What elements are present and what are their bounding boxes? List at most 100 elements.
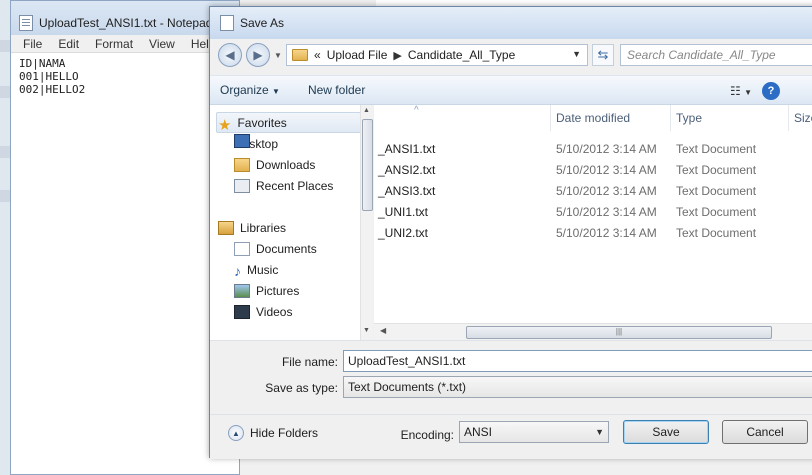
chevron-down-icon: ▼ xyxy=(595,427,604,437)
pictures-icon xyxy=(234,284,250,298)
desktop-icon[interactable] xyxy=(0,190,10,202)
file-date: 5/10/2012 3:14 AM xyxy=(556,184,657,198)
breadcrumb-upload-file[interactable]: Upload File xyxy=(327,48,388,62)
nav-scroll-thumb[interactable] xyxy=(362,119,373,211)
documents-icon xyxy=(234,242,250,256)
star-icon: ★ xyxy=(218,117,232,134)
hide-folders-button[interactable]: ▲ Hide Folders xyxy=(228,425,318,441)
file-date: 5/10/2012 3:14 AM xyxy=(556,205,657,219)
column-separator[interactable] xyxy=(670,105,671,131)
desktop-icon[interactable] xyxy=(0,40,10,52)
column-type[interactable]: Type xyxy=(676,105,702,131)
new-folder-button[interactable]: New folder xyxy=(298,83,375,97)
breadcrumb-candidate-all-type[interactable]: Candidate_All_Type xyxy=(408,48,515,62)
command-toolbar: Organize ▼ New folder ☷ ▼ ? xyxy=(210,75,812,105)
scroll-down-icon[interactable]: ▼ xyxy=(363,327,370,334)
nav-favorites-label: Favorites xyxy=(237,116,287,130)
file-name: _ANSI3.txt xyxy=(378,184,436,198)
refresh-icon: ⇆ xyxy=(597,47,609,62)
address-overflow-chevron[interactable]: « xyxy=(314,48,321,62)
file-name-input[interactable]: UploadTest_ANSI1.txt xyxy=(343,350,812,372)
save-as-type-select[interactable]: Text Documents (*.txt) xyxy=(343,376,812,398)
chevron-down-icon: ▼ xyxy=(272,87,280,96)
column-separator[interactable] xyxy=(550,105,551,131)
scroll-up-icon[interactable]: ▲ xyxy=(363,107,370,114)
menu-file[interactable]: File xyxy=(15,37,50,51)
desktop-background xyxy=(0,0,10,475)
notepad-window: UploadTest_ANSI1.txt - Notepad File Edit… xyxy=(10,0,240,475)
file-row[interactable]: _UNI1.txt 5/10/2012 3:14 AM Text Documen… xyxy=(374,202,812,222)
file-row[interactable]: _ANSI2.txt 5/10/2012 3:14 AM Text Docume… xyxy=(374,160,812,180)
address-bar[interactable]: « Upload File ▶ Candidate_All_Type ▼ xyxy=(286,44,588,66)
save-button[interactable]: Save xyxy=(623,420,709,444)
file-type: Text Document xyxy=(676,163,757,177)
nav-favorites[interactable]: ★ Favorites xyxy=(218,113,287,134)
column-separator[interactable] xyxy=(788,105,789,131)
address-dropdown-icon[interactable]: ▼ xyxy=(572,49,581,59)
help-icon[interactable]: ? xyxy=(762,82,781,100)
file-date: 5/10/2012 3:14 AM xyxy=(556,142,657,156)
nav-libraries-label: Libraries xyxy=(240,221,287,235)
file-type: Text Document xyxy=(676,184,757,198)
nav-music[interactable]: ♪ Music xyxy=(234,260,278,280)
column-size[interactable]: Size xyxy=(794,105,812,131)
notepad-text-area[interactable]: ID|NAMA 001|HELLO 002|HELLO2 xyxy=(11,53,239,474)
nav-scrollbar[interactable]: ▲ ▼ xyxy=(360,105,373,340)
search-input[interactable]: Search Candidate_All_Type xyxy=(620,44,812,66)
notepad-icon xyxy=(19,15,33,31)
encoding-select[interactable]: ANSI ▼ xyxy=(459,421,609,443)
nav-documents[interactable]: Documents xyxy=(234,239,317,259)
nav-pictures[interactable]: Pictures xyxy=(234,281,299,301)
dialog-title: Save As xyxy=(240,16,285,30)
scroll-left-icon[interactable]: ◀ xyxy=(380,326,386,335)
breadcrumb-separator-icon[interactable]: ▶ xyxy=(393,49,401,62)
encoding-value: ANSI xyxy=(464,425,493,439)
back-button[interactable]: ◀ xyxy=(218,43,242,67)
desktop-icon[interactable] xyxy=(0,146,10,158)
notepad-titlebar[interactable]: UploadTest_ANSI1.txt - Notepad xyxy=(11,1,239,35)
file-row[interactable]: _UNI2.txt 5/10/2012 3:14 AM Text Documen… xyxy=(374,223,812,243)
file-list: ^ Date modified Type Size _ANSI1.txt 5/1… xyxy=(374,105,812,340)
desktop-icon xyxy=(234,134,250,148)
nav-videos[interactable]: Videos xyxy=(234,302,292,322)
downloads-folder-icon xyxy=(234,158,250,172)
forward-button[interactable]: ▶ xyxy=(246,43,270,67)
file-name: _ANSI2.txt xyxy=(378,163,436,177)
back-arrow-icon: ◀ xyxy=(225,48,235,62)
nav-libraries[interactable]: Libraries xyxy=(218,218,286,238)
file-type: Text Document xyxy=(676,226,757,240)
file-row[interactable]: _ANSI3.txt 5/10/2012 3:14 AM Text Docume… xyxy=(374,181,812,201)
forward-arrow-icon: ▶ xyxy=(253,48,263,62)
nav-downloads-label: Downloads xyxy=(256,158,316,172)
menu-format[interactable]: Format xyxy=(87,37,141,51)
file-name: _UNI1.txt xyxy=(378,205,429,219)
hide-folders-label: Hide Folders xyxy=(250,426,319,440)
menu-edit[interactable]: Edit xyxy=(50,37,87,51)
file-name-value: UploadTest_ANSI1.txt xyxy=(348,354,466,368)
menu-view[interactable]: View xyxy=(141,37,183,51)
notepad-title: UploadTest_ANSI1.txt - Notepad xyxy=(39,16,213,30)
recent-locations-dropdown[interactable]: ▼ xyxy=(274,51,282,60)
cancel-button[interactable]: Cancel xyxy=(722,420,808,444)
desktop-icon[interactable] xyxy=(0,86,10,98)
nav-downloads[interactable]: Downloads xyxy=(234,155,315,175)
file-row[interactable]: _ANSI1.txt 5/10/2012 3:14 AM Text Docume… xyxy=(374,139,812,159)
column-date-modified[interactable]: Date modified xyxy=(556,105,630,131)
save-as-dialog: Save As ◀ ▶ ▼ « Upload File ▶ Candidate_… xyxy=(209,6,812,459)
file-list-scrollbar[interactable]: ◀ ||| xyxy=(374,323,812,340)
refresh-button[interactable]: ⇆ xyxy=(592,44,614,66)
notepad-menubar: File Edit Format View Help xyxy=(11,35,239,53)
save-as-type-value: Text Documents (*.txt) xyxy=(348,380,467,394)
nav-recent-places[interactable]: Recent Places xyxy=(234,176,333,196)
file-list-scroll-thumb[interactable]: ||| xyxy=(466,326,772,339)
dialog-titlebar[interactable]: Save As xyxy=(210,7,812,39)
save-form: File name: UploadTest_ANSI1.txt Save as … xyxy=(210,340,812,459)
nav-documents-label: Documents xyxy=(256,242,317,256)
view-options-icon[interactable]: ☷ ▼ xyxy=(730,84,752,98)
sort-ascending-icon: ^ xyxy=(414,104,419,116)
chevron-up-icon: ▲ xyxy=(228,425,244,441)
nav-desktop[interactable]: Desktop xyxy=(234,134,278,154)
file-name-label: File name: xyxy=(281,355,338,369)
file-type: Text Document xyxy=(676,205,757,219)
organize-button[interactable]: Organize ▼ xyxy=(210,83,290,97)
